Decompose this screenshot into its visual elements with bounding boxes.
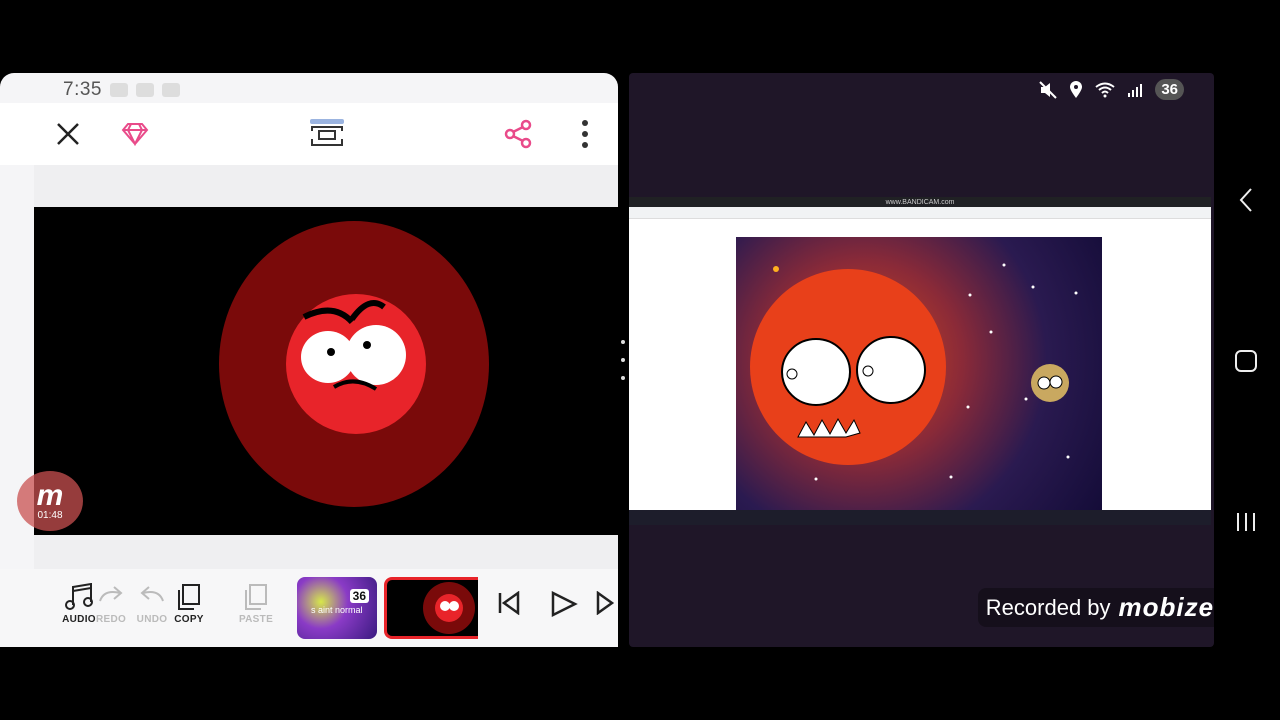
mute-icon [1039,80,1058,99]
handle-dot [621,376,625,380]
handle-dot [621,340,625,344]
share-icon [504,119,532,149]
preview-frame-image [219,221,489,507]
back-chevron-icon [1239,188,1252,212]
redo-label: REDO [95,614,127,625]
paste-label: PASTE [238,614,274,625]
status-bar: 7:35 [63,79,180,101]
bandicam-watermark: www.BANDICAM.com [885,198,955,206]
recorded-browser-window: www.BANDICAM.com [629,197,1211,525]
mobizen-logo: m [36,478,64,512]
wifi-icon [1095,82,1115,97]
notification-icon [161,83,180,97]
windows-taskbar [629,510,1211,525]
diamond-icon [121,123,149,146]
close-icon [57,123,79,145]
share-button[interactable] [496,103,540,165]
mobizen-floating-badge[interactable]: m 01:48 [17,471,83,531]
skip-to-start-button[interactable] [484,591,534,615]
handle-dot [621,358,625,362]
close-button[interactable] [46,103,90,165]
location-icon [1070,80,1083,98]
browser-bookmarks-bar [629,219,1211,227]
nav-home-button[interactable] [1228,347,1264,375]
more-vertical-icon [582,120,588,148]
copy-button[interactable]: COPY [164,583,214,625]
top-bar [0,103,618,165]
browser-address-bar [629,207,1211,219]
copy-label: COPY [174,614,204,625]
more-options-button[interactable] [563,103,607,165]
animation-stage [736,237,1102,510]
notification-icon [109,83,128,97]
home-square-icon [1235,350,1257,372]
skip-forward-icon [596,591,615,615]
clip-badge: 36 [349,589,369,603]
signal-icon [1128,83,1143,97]
video-editor-panel: 7:35 m 01:48 AUDIO REDO UNDO COPY PASTE … [0,73,618,647]
editor-toolbar: AUDIO REDO UNDO COPY PASTE 36 s aint nor… [0,569,618,647]
nav-recents-button[interactable] [1228,508,1264,536]
preview-padding-bottom [34,535,618,569]
redo-icon [99,586,123,602]
animation-frame-image [750,263,1078,481]
video-preview[interactable] [34,207,618,535]
preview-padding-top [34,165,618,207]
skip-back-icon [498,591,520,615]
status-bar-right: 36 [1039,79,1184,100]
paste-icon [245,584,267,610]
screen: 7:35 m 01:48 AUDIO REDO UNDO COPY PASTE … [0,0,1280,720]
undo-icon [140,586,164,602]
battery-level: 36 [1155,79,1184,100]
copy-icon [178,584,200,610]
undo-label: UNDO [136,614,168,625]
status-time: 7:35 [63,79,102,100]
clip-thumbnail-image [423,582,475,634]
paste-button[interactable]: PASTE [231,583,281,625]
recording-timer: 01:48 [37,509,63,521]
mobizen-watermark: Recorded by mobizen [977,588,1214,627]
premium-button[interactable] [113,103,157,165]
aspect-ratio-icon [310,119,344,146]
split-screen-handle[interactable] [621,340,625,380]
watermark-prefix: Recorded by [985,594,1111,620]
skip-to-end-button[interactable] [596,591,618,615]
timeline-clip-2-selected[interactable] [384,577,478,639]
recents-icon [1237,513,1255,531]
timeline-clip-1[interactable]: 36 s aint normal [297,577,377,639]
recorded-video-panel: 36 www.BANDICAM.com Recorded by mobize [629,73,1214,647]
browser-title-bar: www.BANDICAM.com [629,197,1211,207]
watermark-brand: mobizen [1118,592,1214,622]
notification-icon [135,83,154,97]
clip-caption: s aint normal [311,605,363,615]
nav-back-button[interactable] [1228,186,1264,214]
play-icon [551,591,578,617]
play-button[interactable] [539,591,589,617]
aspect-ratio-button[interactable] [304,103,350,165]
